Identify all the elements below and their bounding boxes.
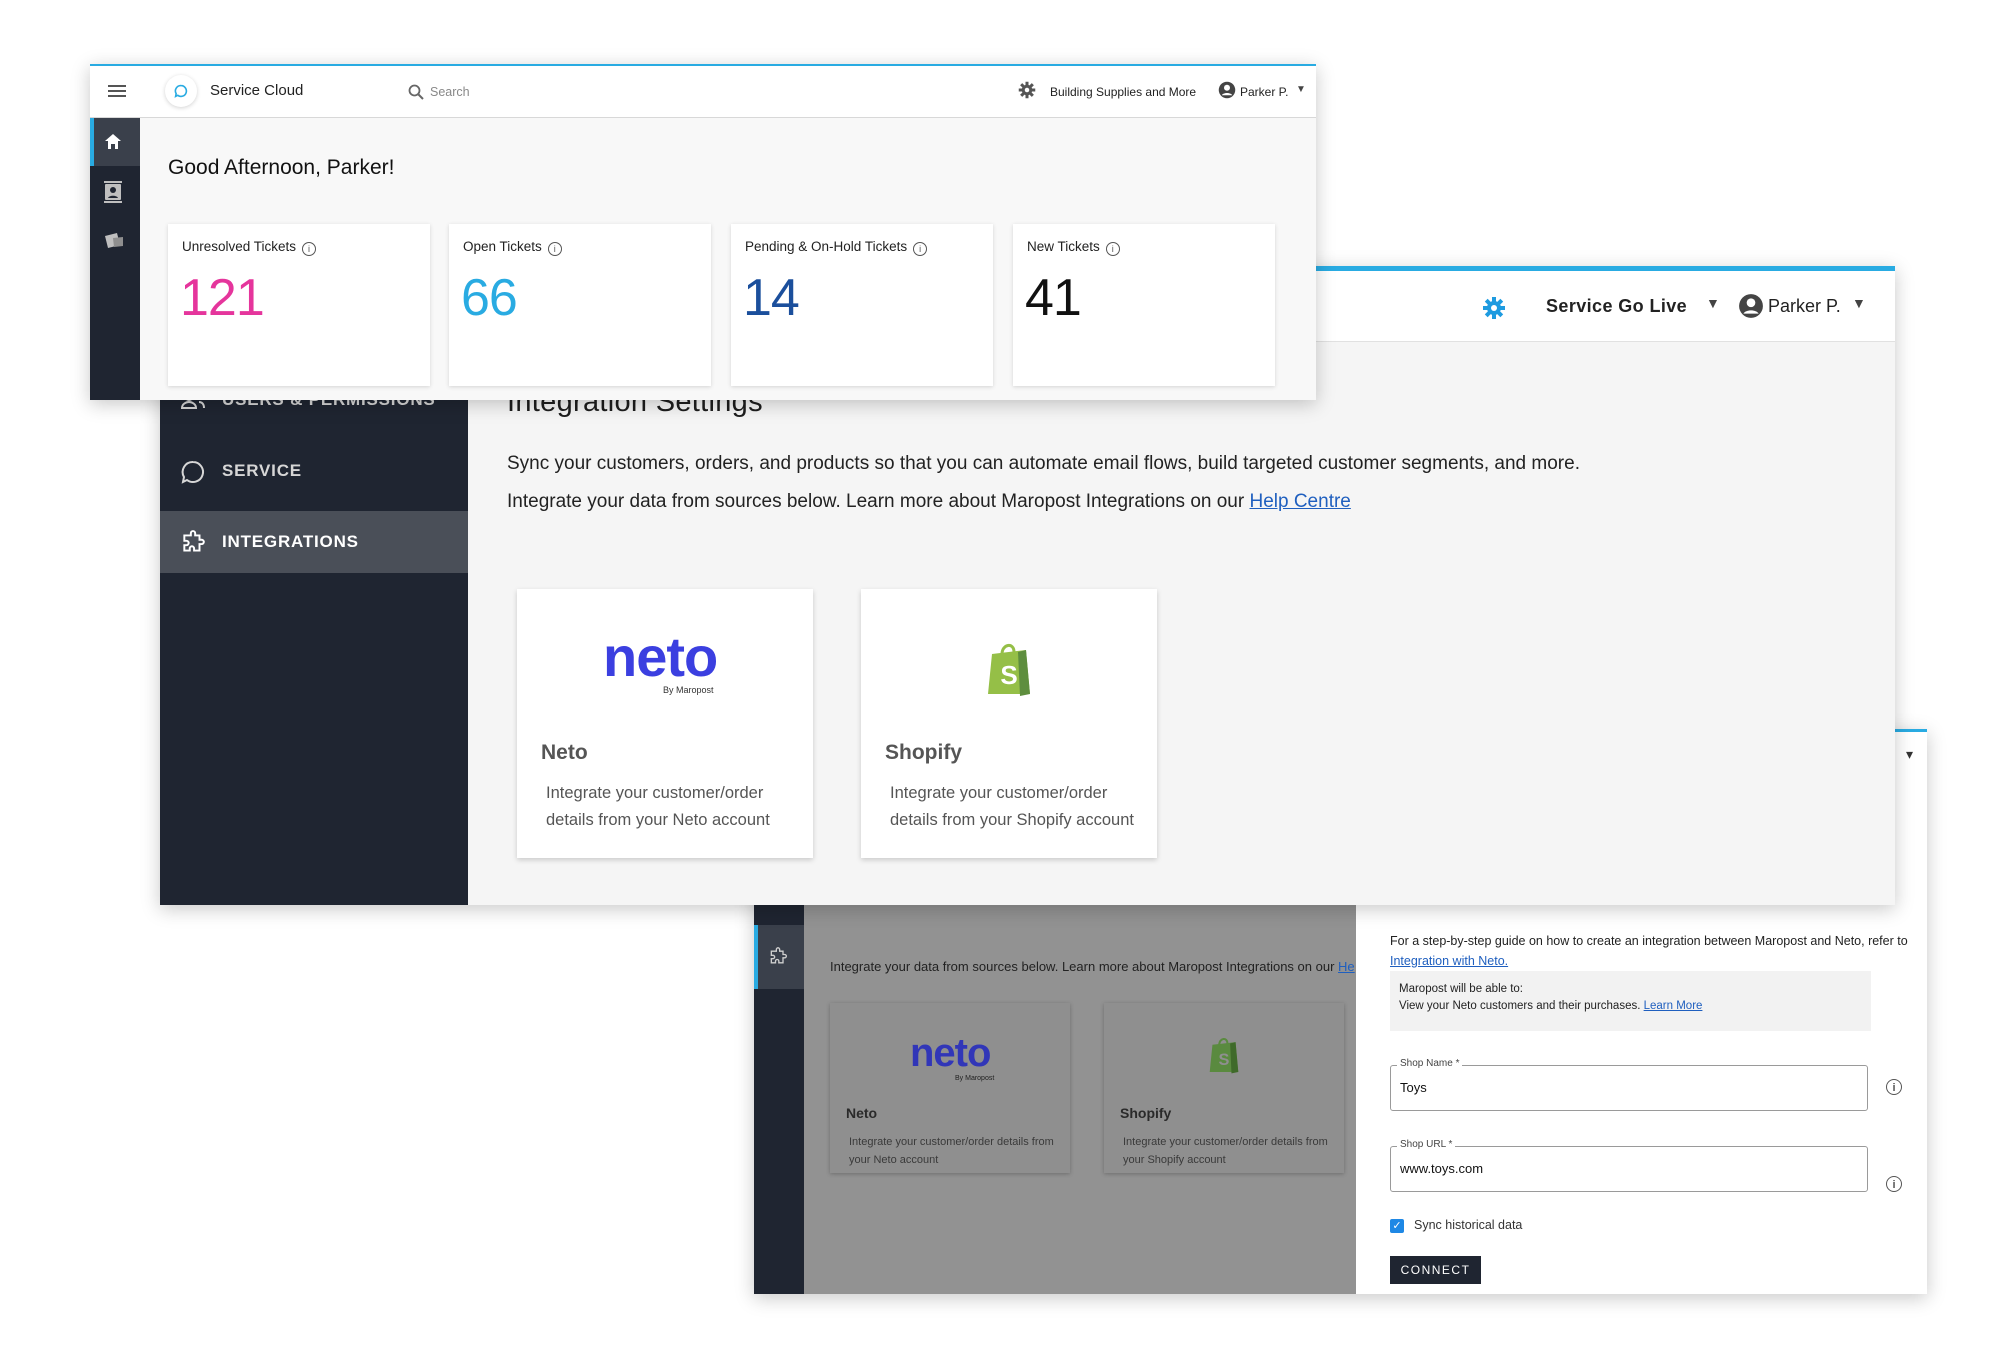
- info-icon[interactable]: i: [1886, 1079, 1902, 1095]
- tickets-icon[interactable]: [103, 232, 125, 250]
- learn-more-link[interactable]: Learn More: [1644, 1000, 1703, 1012]
- connect-button[interactable]: CONNECT: [1390, 1256, 1481, 1284]
- info-icon[interactable]: i: [913, 242, 928, 256]
- stat-value: 14: [743, 269, 800, 327]
- info-title: Maropost will be able to:: [1399, 983, 1524, 995]
- info-icon[interactable]: i: [547, 242, 562, 256]
- sources-text: Integrate your data from sources below. …: [830, 959, 1355, 974]
- neto-logo: neto: [603, 625, 718, 688]
- stat-value: 66: [461, 269, 518, 327]
- info-icon[interactable]: i: [1886, 1176, 1902, 1192]
- stat-label: Pending & On-Hold Tickets i: [745, 239, 928, 256]
- nav-label: INTEGRATIONS: [222, 532, 359, 551]
- svg-text:S: S: [1000, 660, 1017, 690]
- stat-label: Unresolved Tickets i: [182, 239, 317, 256]
- sidebar: USERS & PERMISSIONS SERVICE INTEGRATIONS: [160, 342, 468, 905]
- avatar-icon[interactable]: [1218, 81, 1236, 99]
- shop-url-label: Shop URL *: [1397, 1139, 1456, 1150]
- sidebar-item-service[interactable]: SERVICE: [160, 440, 468, 502]
- help-centre-link[interactable]: Help Centre: [1249, 491, 1350, 512]
- neto-logo-sub: By Maropost: [955, 1075, 995, 1082]
- sidebar-item-home[interactable]: [90, 118, 140, 166]
- card-title: Neto: [846, 1105, 878, 1121]
- card-title: Shopify: [1120, 1105, 1172, 1121]
- card-description: Integrate your customer/order details fr…: [1123, 1136, 1328, 1166]
- puzzle-icon: [183, 530, 205, 552]
- stat-label: New Tickets i: [1027, 239, 1120, 256]
- neto-card: neto By Maropost Neto Integrate your cus…: [830, 1003, 1070, 1173]
- dashboard-window: Service Cloud Search Building Supplies a…: [90, 64, 1316, 400]
- shop-url-field[interactable]: Shop URL * www.toys.com: [1390, 1139, 1868, 1192]
- hamburger-menu-icon[interactable]: [108, 83, 126, 99]
- stat-value: 121: [180, 269, 265, 327]
- search-icon[interactable]: [408, 84, 424, 100]
- card-description: Integrate your customer/order details fr…: [849, 1136, 1054, 1166]
- chevron-down-icon[interactable]: ▼: [1706, 295, 1720, 311]
- sidebar-item-integrations[interactable]: [754, 925, 804, 989]
- info-icon[interactable]: i: [1105, 242, 1120, 256]
- greeting: Good Afternoon, Parker!: [168, 156, 395, 179]
- card-title: Neto: [541, 741, 588, 764]
- shopify-bag-icon: S: [988, 644, 1030, 696]
- top-bar: Service Cloud Search Building Supplies a…: [90, 64, 1316, 118]
- chat-bubble-icon: [174, 84, 188, 98]
- stat-card-new[interactable]: New Tickets i 41: [1013, 224, 1275, 386]
- intro-text: Sync your customers, orders, and product…: [507, 453, 1580, 474]
- stat-label: Open Tickets i: [463, 239, 562, 256]
- gear-icon[interactable]: [1018, 81, 1036, 99]
- guide-text: For a step-by-step guide on how to creat…: [1390, 934, 1908, 968]
- stat-card-open[interactable]: Open Tickets i 66: [449, 224, 711, 386]
- sidebar-rail: [90, 118, 140, 400]
- org-selector[interactable]: Building Supplies and More: [1050, 85, 1196, 99]
- chevron-down-icon[interactable]: ▼: [1852, 295, 1866, 311]
- sync-historical-label: Sync historical data: [1414, 1218, 1523, 1232]
- stat-value: 41: [1025, 269, 1082, 327]
- info-text: View your Neto customers and their purch…: [1399, 1000, 1641, 1012]
- chat-bubble-icon: [181, 460, 204, 484]
- shop-name-field[interactable]: Shop Name * Toys: [1390, 1058, 1868, 1111]
- shopify-card: S Shopify Integrate your customer/order …: [1104, 1003, 1344, 1173]
- search-input[interactable]: Search: [430, 85, 470, 99]
- nav-label: SERVICE: [222, 461, 302, 480]
- sync-historical-checkbox[interactable]: ✓: [1390, 1219, 1404, 1233]
- app-logo: [165, 75, 197, 107]
- gear-icon[interactable]: [1482, 296, 1506, 320]
- card-title: Shopify: [885, 741, 962, 764]
- neto-logo-sub: By Maropost: [663, 685, 714, 695]
- org-selector[interactable]: Service Go Live: [1546, 296, 1687, 317]
- stat-card-unresolved[interactable]: Unresolved Tickets i 121: [168, 224, 430, 386]
- info-icon[interactable]: i: [302, 242, 317, 256]
- card-description: Integrate your customer/order details fr…: [890, 784, 1134, 829]
- svg-text:S: S: [1219, 1051, 1230, 1069]
- chevron-down-icon[interactable]: ▼: [1296, 84, 1306, 95]
- avatar-icon[interactable]: [1738, 293, 1764, 319]
- contacts-icon[interactable]: [104, 181, 122, 203]
- user-menu[interactable]: Parker P.: [1240, 85, 1288, 99]
- permissions-info-box: Maropost will be able to: View your Neto…: [1390, 971, 1871, 1031]
- app-name: Service Cloud: [210, 82, 304, 99]
- stat-card-pending[interactable]: Pending & On-Hold Tickets i 14: [731, 224, 993, 386]
- card-description: Integrate your customer/order details fr…: [546, 784, 770, 829]
- integration-guide-link[interactable]: Integration with Neto.: [1390, 954, 1508, 968]
- sidebar-item-integrations[interactable]: INTEGRATIONS: [160, 511, 468, 573]
- neto-integration-card[interactable]: neto By Maropost Neto Integrate your cus…: [517, 589, 813, 858]
- chevron-down-icon[interactable]: ▾: [1906, 746, 1913, 763]
- shop-name-label: Shop Name *: [1397, 1058, 1463, 1069]
- shop-url-value: www.toys.com: [1400, 1161, 1484, 1176]
- main-content: Integration Settings Sync your customers…: [468, 342, 1895, 905]
- home-icon: [105, 134, 121, 149]
- shop-name-value: Toys: [1400, 1080, 1427, 1095]
- shopify-bag-icon: S: [1209, 1038, 1239, 1074]
- neto-logo: neto: [910, 1031, 991, 1075]
- puzzle-icon: [770, 947, 787, 964]
- user-menu[interactable]: Parker P.: [1768, 296, 1841, 317]
- shopify-integration-card[interactable]: S Shopify Integrate your customer/order …: [861, 589, 1157, 858]
- sources-text: Integrate your data from sources below. …: [507, 491, 1351, 512]
